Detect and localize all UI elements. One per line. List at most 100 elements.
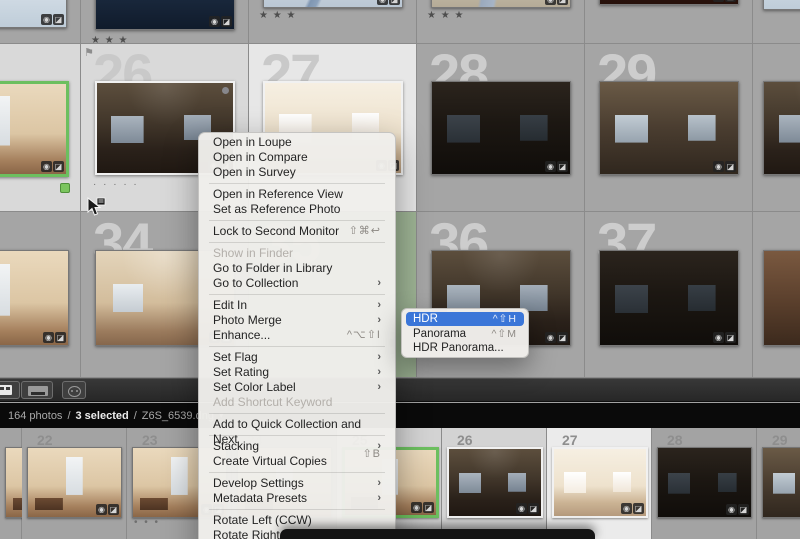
submenu-arrow-icon: ›: [377, 350, 381, 365]
grid-cell-row1-col3[interactable]: ◉◪ ★ ★ ★: [249, 0, 417, 44]
grid-cell-photo-37[interactable]: 37 ◉◪: [585, 212, 753, 378]
filmstrip-cell-28[interactable]: 28 ◉◪: [652, 428, 757, 539]
menu-item-lock-to-second-monitor[interactable]: Lock to Second Monitor⇧⌘↩: [204, 224, 390, 239]
adjustment-badge-icon: ◉: [621, 503, 632, 514]
menu-item-open-in-compare[interactable]: Open in Compare: [204, 150, 390, 165]
crop-badge-icon: ◪: [108, 504, 119, 515]
filmstrip-thumbnail-26[interactable]: ◉◪: [447, 447, 543, 518]
menu-item-set-as-reference-photo[interactable]: Set as Reference Photo: [204, 202, 390, 217]
photo-thumbnail[interactable]: ◉◪: [95, 0, 235, 30]
bottom-dock-edge: [280, 529, 595, 539]
menu-item-open-in-reference-view[interactable]: Open in Reference View: [204, 187, 390, 202]
menu-separator: [209, 413, 385, 414]
menu-separator: [209, 242, 385, 243]
stack-dots: • • •: [134, 520, 160, 526]
filmstrip-cell-29[interactable]: 29: [757, 428, 800, 539]
crop-badge-icon: ◪: [389, 0, 400, 5]
separator: /: [134, 410, 137, 422]
menu-item-develop-settings[interactable]: Develop Settings›: [204, 476, 390, 491]
adjustment-badge-icon: ◉: [96, 504, 107, 515]
menu-item-stacking[interactable]: Stacking›: [204, 439, 390, 454]
menu-item-set-flag[interactable]: Set Flag›: [204, 350, 390, 365]
corner-circle-marker[interactable]: [222, 87, 229, 94]
grid-view-button[interactable]: [0, 381, 20, 399]
unrated-dots[interactable]: · · · · ·: [93, 182, 139, 188]
submenu-item-hdr[interactable]: HDR^⇧H: [406, 312, 524, 326]
grid-cell-photo-28[interactable]: 28 ◉◪: [417, 44, 585, 212]
photo-thumbnail-29[interactable]: ◉◪: [599, 81, 739, 175]
grid-cell-photo-33[interactable]: ◉◪: [0, 212, 81, 378]
filmstrip-thumbnail-22[interactable]: ◉◪: [27, 447, 122, 518]
photo-thumbnail[interactable]: [763, 81, 800, 175]
adjustment-badge-icon: ◉: [41, 14, 52, 25]
star-rating[interactable]: ★ ★ ★: [259, 10, 296, 21]
separator: /: [67, 410, 70, 422]
menu-separator: [209, 472, 385, 473]
submenu-arrow-icon: ›: [377, 365, 381, 380]
grid-cell-row1-col6[interactable]: [753, 0, 800, 44]
filmstrip-source-bar[interactable]: 164 photos / 3 selected / Z6S_6539.dng ▾: [0, 403, 800, 428]
crop-badge-icon: ◪: [738, 504, 749, 515]
filmstrip-cell-26[interactable]: 26 ◉◪: [442, 428, 547, 539]
crop-badge-icon: ◪: [55, 332, 66, 343]
menu-item-photo-merge[interactable]: Photo Merge›: [204, 313, 390, 328]
star-rating[interactable]: ★ ★ ★: [427, 10, 464, 21]
menu-item-set-rating[interactable]: Set Rating›: [204, 365, 390, 380]
filmstrip-thumbnail-27[interactable]: ◉◪: [552, 447, 648, 518]
photo-thumbnail[interactable]: [763, 0, 800, 10]
submenu-item-panorama[interactable]: Panorama^⇧M: [406, 327, 524, 341]
adjustment-badge-icon: ◉: [209, 16, 220, 27]
photo-thumbnail[interactable]: ◉◪: [263, 0, 403, 8]
people-view-button[interactable]: [62, 381, 86, 399]
menu-item-go-to-folder-in-library[interactable]: Go to Folder in Library: [204, 261, 390, 276]
menu-item-go-to-collection[interactable]: Go to Collection›: [204, 276, 390, 291]
filmstrip-cell-27[interactable]: 27 ◉◪: [547, 428, 652, 539]
photo-thumbnail[interactable]: [763, 250, 800, 346]
menu-item-open-in-loupe[interactable]: Open in Loupe: [204, 135, 390, 150]
grid-cell-photo-29[interactable]: 29 ◉◪: [585, 44, 753, 212]
menu-separator: [209, 294, 385, 295]
adjustment-badge-icon: ◉: [726, 504, 737, 515]
photo-thumbnail-33[interactable]: ◉◪: [0, 250, 69, 346]
photo-thumbnail-25[interactable]: ◉◪: [0, 81, 69, 177]
grid-cell-photo-25[interactable]: ◉◪: [0, 44, 81, 212]
photo-thumbnail[interactable]: ◉◪: [431, 0, 571, 8]
green-color-label-chip[interactable]: [60, 183, 70, 193]
submenu-item-hdr-panorama[interactable]: HDR Panorama...: [406, 341, 524, 355]
photo-thumbnail-37[interactable]: ◉◪: [599, 250, 739, 346]
adjustment-badge-icon: ◉: [713, 0, 724, 2]
grid-cell-row1-col2[interactable]: ◉◪ ★ ★ ★: [81, 0, 249, 44]
menu-item-enhance[interactable]: Enhance...^⌥⇧I: [204, 328, 390, 343]
adjustment-badge-icon: ◉: [713, 332, 724, 343]
submenu-arrow-icon: ›: [377, 476, 381, 491]
menu-item-create-virtual-copies[interactable]: Create Virtual Copies: [204, 454, 390, 469]
filmstrip-photo-number: 23: [142, 432, 158, 448]
menu-separator: [209, 346, 385, 347]
filmstrip-thumbnail-28[interactable]: ◉◪: [657, 447, 752, 518]
photo-thumbnail-28[interactable]: ◉◪: [431, 81, 571, 175]
photo-count: 164 photos: [8, 410, 62, 422]
face-icon: [68, 386, 81, 397]
loupe-view-button[interactable]: [21, 381, 53, 399]
grid-cell-row1-col1[interactable]: ◉◪: [0, 0, 81, 44]
menu-item-edit-in[interactable]: Edit In›: [204, 298, 390, 313]
filmstrip-cell-21[interactable]: [0, 428, 22, 539]
photo-thumbnail[interactable]: ◉◪: [599, 0, 739, 5]
filmstrip-thumbnail-29[interactable]: [762, 447, 800, 518]
menu-item-set-color-label[interactable]: Set Color Label›: [204, 380, 390, 395]
grid-cell-row1-col5[interactable]: ◉◪: [585, 0, 753, 44]
grid-cell-row2-col6[interactable]: [753, 44, 800, 212]
photo-thumbnail[interactable]: ◉◪: [0, 0, 67, 28]
crop-badge-icon: ◪: [725, 332, 736, 343]
menu-item-open-in-survey[interactable]: Open in Survey: [204, 165, 390, 180]
menu-separator: [209, 183, 385, 184]
menu-item-rotate-left[interactable]: Rotate Left (CCW): [204, 513, 390, 528]
menu-item-add-to-quick-collection[interactable]: Add to Quick Collection and Next⇧B: [204, 417, 390, 432]
grid-cell-row3-col6[interactable]: [753, 212, 800, 378]
menu-item-metadata-presets[interactable]: Metadata Presets›: [204, 491, 390, 506]
menu-item-add-shortcut-keyword: Add Shortcut Keyword: [204, 395, 390, 410]
filmstrip-cell-22[interactable]: 22 ◉◪: [22, 428, 127, 539]
adjustment-badge-icon: ◉: [377, 0, 388, 5]
grid-cell-row1-col4[interactable]: ◉◪ ★ ★ ★: [417, 0, 585, 44]
grid-view-icon: [0, 385, 12, 395]
